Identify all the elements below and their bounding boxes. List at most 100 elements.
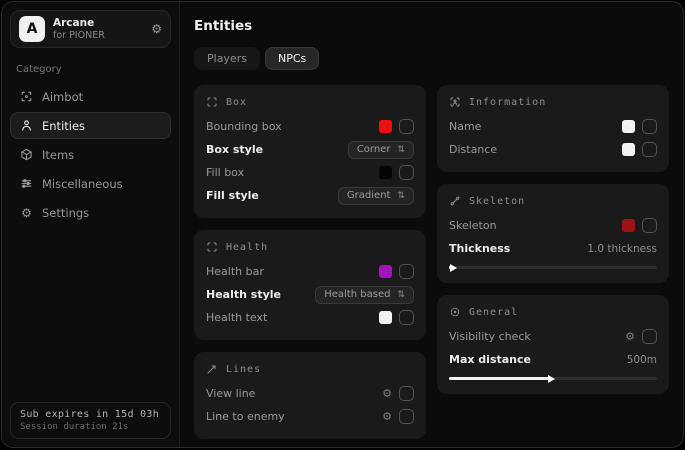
setting-row: Health text xyxy=(206,306,414,329)
app-logo: A xyxy=(19,16,45,42)
gear-icon[interactable]: ⚙ xyxy=(151,22,162,36)
color-swatch[interactable] xyxy=(622,219,635,232)
bone-icon xyxy=(449,195,461,207)
card-title: Skeleton xyxy=(469,196,525,207)
setting-label: Line to enemy xyxy=(206,410,285,423)
checkbox[interactable] xyxy=(642,218,657,233)
brand-card: A Arcane for PIONER ⚙ xyxy=(10,10,171,48)
color-swatch[interactable] xyxy=(379,265,392,278)
setting-label: Health text xyxy=(206,311,267,324)
setting-label: Thickness xyxy=(449,242,510,255)
info-scan-icon xyxy=(449,96,461,108)
checkbox[interactable] xyxy=(642,119,657,134)
setting-row: Box style Corner ⇅ xyxy=(206,138,414,161)
color-swatch[interactable] xyxy=(622,120,635,133)
setting-row: Max distance 500m xyxy=(449,348,657,371)
session-duration-text: Session duration 21s xyxy=(20,422,161,432)
select-value: Gradient xyxy=(347,190,391,201)
card-title: Lines xyxy=(226,364,261,375)
tab-npcs[interactable]: NPCs xyxy=(265,47,319,70)
setting-row: View line ⚙ xyxy=(206,382,414,405)
setting-label: Name xyxy=(449,120,481,133)
skeleton-card: Skeleton Skeleton Thickness 1.0 thicknes… xyxy=(437,184,669,283)
thickness-value: 1.0 thickness xyxy=(587,243,657,255)
health-card: Health Health bar Health style Health ba… xyxy=(194,230,426,340)
setting-label: Bounding box xyxy=(206,120,282,133)
setting-label: View line xyxy=(206,387,255,400)
sidebar: A Arcane for PIONER ⚙ Category Aimbot En… xyxy=(2,2,180,447)
slider-fill xyxy=(449,377,549,380)
checkbox[interactable] xyxy=(399,264,414,279)
sidebar-nav: Aimbot Entities Items Miscellaneous ⚙ Se… xyxy=(10,83,171,226)
general-card: General Visibility check ⚙ Max distance … xyxy=(437,295,669,394)
unfold-icon: ⇅ xyxy=(397,290,405,300)
gear-icon[interactable]: ⚙ xyxy=(625,331,635,342)
app-window: A Arcane for PIONER ⚙ Category Aimbot En… xyxy=(1,1,684,448)
setting-row: Visibility check ⚙ xyxy=(449,325,657,348)
setting-row: Health bar xyxy=(206,260,414,283)
setting-label: Health style xyxy=(206,288,281,301)
color-swatch[interactable] xyxy=(622,143,635,156)
lines-card: Lines View line ⚙ Line to enemy ⚙ xyxy=(194,352,426,439)
tab-players[interactable]: Players xyxy=(194,47,260,70)
main-panel: Entities Players NPCs Box Bounding box xyxy=(180,2,683,447)
slider-handle[interactable] xyxy=(548,375,555,383)
tab-bar: Players NPCs xyxy=(194,47,669,70)
slider-handle[interactable] xyxy=(450,264,457,272)
checkbox[interactable] xyxy=(642,329,657,344)
sidebar-item-miscellaneous[interactable]: Miscellaneous xyxy=(10,170,171,197)
card-title: Health xyxy=(226,242,268,253)
crosshair-scan-icon xyxy=(20,90,33,103)
information-card: Information Name Distance xyxy=(437,85,669,172)
setting-label: Distance xyxy=(449,143,497,156)
card-title: General xyxy=(469,307,518,318)
card-title: Box xyxy=(226,97,247,108)
cube-icon xyxy=(20,148,33,161)
gear-icon[interactable]: ⚙ xyxy=(382,388,392,399)
slider-fill xyxy=(449,266,451,269)
left-column: Box Bounding box Box style Corner ⇅ xyxy=(194,85,426,439)
checkbox[interactable] xyxy=(642,142,657,157)
gear-icon: ⚙ xyxy=(20,206,33,220)
checkbox[interactable] xyxy=(399,310,414,325)
thickness-slider[interactable] xyxy=(449,266,657,269)
right-column: Information Name Distance xyxy=(437,85,669,394)
subscription-card: Sub expires in 15d 03h Session duration … xyxy=(10,402,171,439)
color-swatch[interactable] xyxy=(379,166,392,179)
health-style-select[interactable]: Health based ⇅ xyxy=(315,286,414,304)
app-subtitle: for PIONER xyxy=(53,30,105,41)
setting-row: Bounding box xyxy=(206,115,414,138)
sidebar-item-entities[interactable]: Entities xyxy=(10,112,171,139)
app-name: Arcane xyxy=(53,17,105,30)
target-icon xyxy=(449,306,461,318)
sidebar-item-items[interactable]: Items xyxy=(10,141,171,168)
setting-row: Line to enemy ⚙ xyxy=(206,405,414,428)
setting-row: Fill box xyxy=(206,161,414,184)
sidebar-item-label: Items xyxy=(42,148,74,162)
box-style-select[interactable]: Corner ⇅ xyxy=(348,141,414,159)
color-swatch[interactable] xyxy=(379,311,392,324)
max-distance-value: 500m xyxy=(627,354,657,366)
setting-row: Distance xyxy=(449,138,657,161)
checkbox[interactable] xyxy=(399,386,414,401)
checkbox[interactable] xyxy=(399,409,414,424)
gear-icon[interactable]: ⚙ xyxy=(382,411,392,422)
sub-expiry-text: Sub expires in 15d 03h xyxy=(20,409,161,420)
health-brackets-icon xyxy=(206,241,218,253)
setting-row: Name xyxy=(449,115,657,138)
color-swatch[interactable] xyxy=(379,120,392,133)
unfold-icon: ⇅ xyxy=(397,145,405,155)
sidebar-item-settings[interactable]: ⚙ Settings xyxy=(10,199,171,226)
sidebar-item-label: Entities xyxy=(42,119,85,133)
setting-label: Max distance xyxy=(449,353,531,366)
fill-style-select[interactable]: Gradient ⇅ xyxy=(338,187,414,205)
diagonal-line-icon xyxy=(206,363,218,375)
sliders-icon xyxy=(20,177,33,190)
setting-label: Skeleton xyxy=(449,219,497,232)
sidebar-item-label: Aimbot xyxy=(42,90,83,104)
sidebar-item-aimbot[interactable]: Aimbot xyxy=(10,83,171,110)
max-distance-slider[interactable] xyxy=(449,377,657,380)
checkbox[interactable] xyxy=(399,119,414,134)
cards-grid: Box Bounding box Box style Corner ⇅ xyxy=(194,85,669,439)
checkbox[interactable] xyxy=(399,165,414,180)
